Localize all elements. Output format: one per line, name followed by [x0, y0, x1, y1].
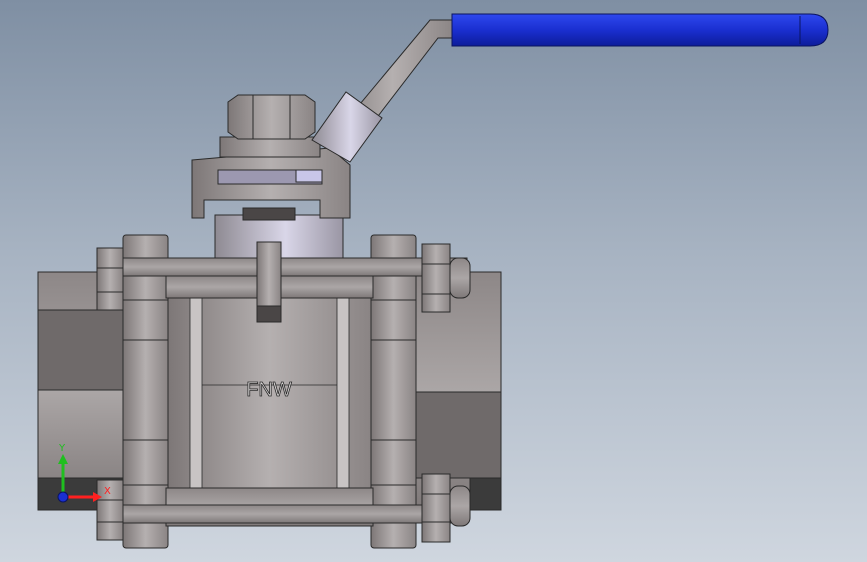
- x-axis-label: X: [104, 486, 111, 497]
- left-top-nut[interactable]: [96, 247, 124, 311]
- stop-pin[interactable]: [256, 241, 282, 323]
- graphics-viewport[interactable]: FNW Y X: [0, 0, 867, 562]
- y-axis-label: Y: [59, 443, 66, 454]
- triad-axes: [57, 454, 102, 503]
- gland-ring[interactable]: [219, 136, 321, 158]
- left-flange[interactable]: [122, 234, 169, 549]
- ball-valve-model[interactable]: FNW: [0, 0, 867, 562]
- coordinate-triad: Y X: [40, 440, 120, 510]
- handle-lever[interactable]: [311, 19, 456, 163]
- handle-bracket[interactable]: [191, 147, 351, 221]
- handle-grip[interactable]: [451, 13, 829, 47]
- body-marking: FNW: [246, 379, 292, 401]
- stem-hex-nut[interactable]: [227, 94, 316, 140]
- right-flange[interactable]: [370, 234, 417, 549]
